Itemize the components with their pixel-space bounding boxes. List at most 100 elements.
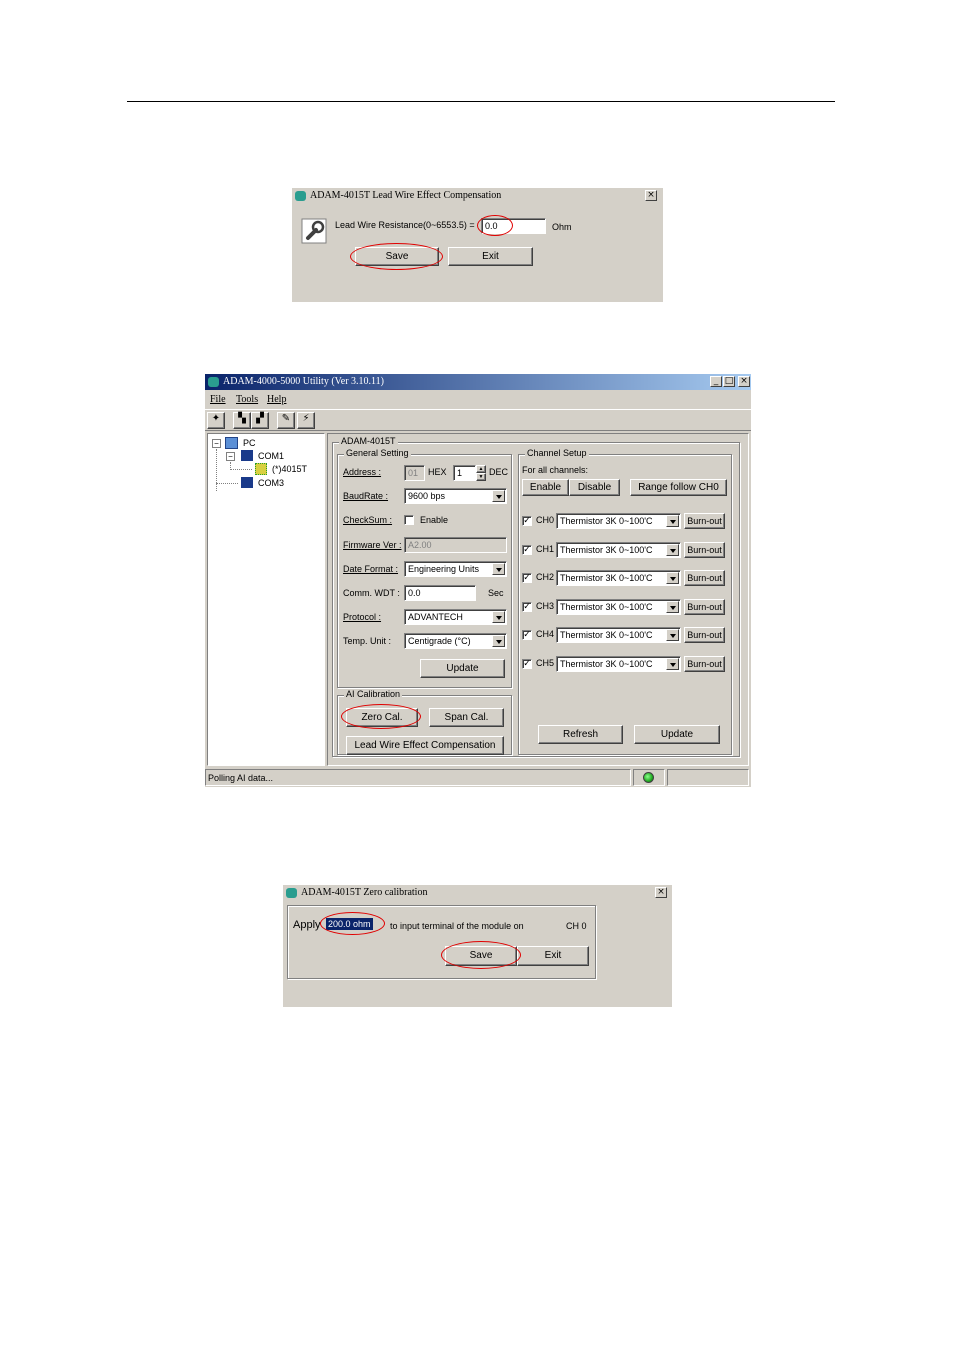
channel-range-select[interactable]: Thermistor 3K 0~100'C — [556, 627, 681, 644]
channel-range-select[interactable]: Thermistor 3K 0~100'C — [556, 656, 681, 672]
expand-icon[interactable]: − — [226, 452, 235, 461]
channel-update-button[interactable]: Update — [634, 725, 720, 744]
channel-range-select[interactable]: Thermistor 3K 0~100'C — [556, 570, 681, 587]
burn-out-button[interactable]: Burn-out — [684, 598, 725, 615]
tree-com1[interactable]: COM1 — [258, 451, 284, 461]
close-button[interactable]: × — [738, 376, 750, 387]
wdt-label: Comm. WDT : — [343, 588, 400, 598]
window-titlebar: ADAM-4000-5000 Utility (Ver 3.10.11) _ □… — [205, 374, 751, 390]
address-dec-input[interactable]: 1 — [453, 465, 476, 481]
protocol-label: Protocol : — [343, 612, 382, 622]
app-icon — [295, 191, 306, 201]
device-tree[interactable]: − PC − COM1 (*)4015T COM3 — [207, 433, 325, 766]
maximize-button[interactable]: □ — [723, 376, 735, 387]
firmware-label: Firmware Ver : — [343, 540, 402, 550]
config-panel: ADAM-4015T General Setting Address : 01 … — [327, 433, 749, 766]
protocol-select[interactable]: ADVANTECH — [404, 609, 507, 625]
checksum-label: CheckSum : — [343, 515, 393, 525]
temp-unit-value: Centigrade (°C) — [408, 636, 471, 646]
chevron-down-icon[interactable] — [492, 563, 505, 575]
lead-wire-label: Lead Wire Resistance(0~6553.5) = — [335, 220, 475, 230]
protocol-value: ADVANTECH — [408, 612, 463, 622]
checksum-checkbox[interactable] — [404, 515, 414, 525]
refresh-button[interactable]: Refresh — [538, 725, 623, 744]
address-hex-input[interactable]: 01 — [404, 465, 425, 481]
menu-help[interactable]: Help — [267, 394, 286, 405]
apply-label: Apply — [293, 919, 321, 931]
exit-button[interactable]: Exit — [448, 247, 533, 266]
tree-root-pc[interactable]: PC — [243, 438, 256, 448]
date-format-label: Date Format : — [343, 564, 399, 574]
general-update-button[interactable]: Update — [420, 659, 505, 678]
search-tool-icon[interactable]: ✦ — [207, 412, 225, 429]
highlight-ellipse — [320, 912, 385, 935]
zero-calibration-dialog: ADAM-4015T Zero calibration × Apply 200.… — [283, 885, 672, 1007]
status-led-pane — [633, 769, 665, 786]
chevron-down-icon[interactable] — [666, 600, 679, 613]
channel-enable-checkbox[interactable]: ✓ — [522, 544, 532, 555]
disable-all-button[interactable]: Disable — [569, 479, 620, 496]
menu-tools[interactable]: Tools — [236, 394, 258, 405]
span-cal-button[interactable]: Span Cal. — [429, 708, 504, 727]
channel-enable-checkbox[interactable]: ✓ — [522, 573, 532, 584]
binoculars-icon[interactable]: ▚ — [233, 412, 251, 429]
minimize-button[interactable]: _ — [710, 376, 722, 387]
chevron-down-icon[interactable] — [492, 490, 505, 502]
terminal-text: to input terminal of the module on — [390, 921, 524, 931]
module-group: ADAM-4015T General Setting Address : 01 … — [332, 436, 740, 757]
utility-window: ADAM-4000-5000 Utility (Ver 3.10.11) _ □… — [205, 374, 751, 787]
expand-icon[interactable]: − — [212, 439, 221, 448]
baudrate-select[interactable]: 9600 bps — [404, 488, 507, 504]
tree-device-4015t[interactable]: (*)4015T — [272, 464, 307, 474]
channel-label: CH1 — [536, 543, 555, 554]
status-led-icon — [643, 772, 654, 783]
highlight-ellipse — [441, 941, 521, 969]
close-button[interactable]: × — [655, 887, 667, 898]
chevron-down-icon[interactable] — [666, 515, 679, 527]
date-format-select[interactable]: Engineering Units — [404, 561, 507, 577]
lead-wire-compensation-button[interactable]: Lead Wire Effect Compensation — [346, 736, 504, 755]
chevron-down-icon[interactable] — [492, 635, 505, 647]
port-icon — [241, 477, 253, 488]
burn-out-button[interactable]: Burn-out — [684, 627, 725, 644]
burn-out-button[interactable]: Burn-out — [684, 570, 725, 587]
channel-label: CH3 — [536, 600, 555, 611]
channel-enable-checkbox[interactable]: ✓ — [522, 659, 532, 669]
chevron-down-icon[interactable] — [666, 658, 679, 670]
channel-enable-checkbox[interactable]: ✓ — [522, 601, 532, 612]
highlight-ellipse — [477, 215, 513, 236]
chevron-down-icon[interactable] — [666, 572, 679, 585]
channel-range-select[interactable]: Thermistor 3K 0~100'C — [556, 541, 681, 558]
chevron-down-icon[interactable] — [492, 611, 505, 623]
status-empty-pane — [667, 769, 749, 786]
general-setting-group: General Setting Address : 01 HEX 1 ▲ ▼ D… — [337, 448, 512, 688]
channel-enable-checkbox[interactable]: ✓ — [522, 630, 532, 641]
chevron-down-icon[interactable] — [666, 629, 679, 642]
highlight-ellipse — [341, 704, 421, 729]
address-spinner-up[interactable]: ▲ — [476, 465, 486, 473]
menu-file[interactable]: File — [210, 394, 226, 405]
chevron-down-icon[interactable] — [666, 543, 679, 556]
channel-range-value: Thermistor 3K 0~100'C — [560, 544, 653, 555]
terminal-icon[interactable]: ▞ — [251, 412, 269, 429]
burn-out-button[interactable]: Burn-out — [684, 513, 725, 529]
enable-all-button[interactable]: Enable — [522, 479, 569, 496]
chart-tool-icon[interactable]: ⚡ — [297, 412, 315, 429]
tree-com3[interactable]: COM3 — [258, 478, 284, 488]
channel-range-select[interactable]: Thermistor 3K 0~100'C — [556, 513, 681, 529]
channel-enable-checkbox[interactable]: ✓ — [522, 516, 532, 526]
range-follow-ch0-button[interactable]: Range follow CH0 — [630, 479, 727, 496]
computer-icon — [225, 437, 238, 449]
close-button[interactable]: × — [645, 190, 657, 201]
address-spinner-down[interactable]: ▼ — [476, 473, 486, 481]
baudrate-label: BaudRate : — [343, 491, 389, 501]
exit-button[interactable]: Exit — [517, 946, 589, 966]
channel-range-select[interactable]: Thermistor 3K 0~100'C — [556, 598, 681, 615]
burn-out-button[interactable]: Burn-out — [684, 656, 725, 672]
channel-setup-group: Channel Setup For all channels: Enable D… — [518, 448, 732, 755]
edit-tool-icon[interactable]: ✎ — [277, 412, 295, 429]
temp-unit-select[interactable]: Centigrade (°C) — [404, 633, 507, 649]
burn-out-button[interactable]: Burn-out — [684, 541, 725, 558]
wdt-input[interactable]: 0.0 — [404, 585, 476, 601]
channel-setup-title: Channel Setup — [525, 448, 589, 458]
